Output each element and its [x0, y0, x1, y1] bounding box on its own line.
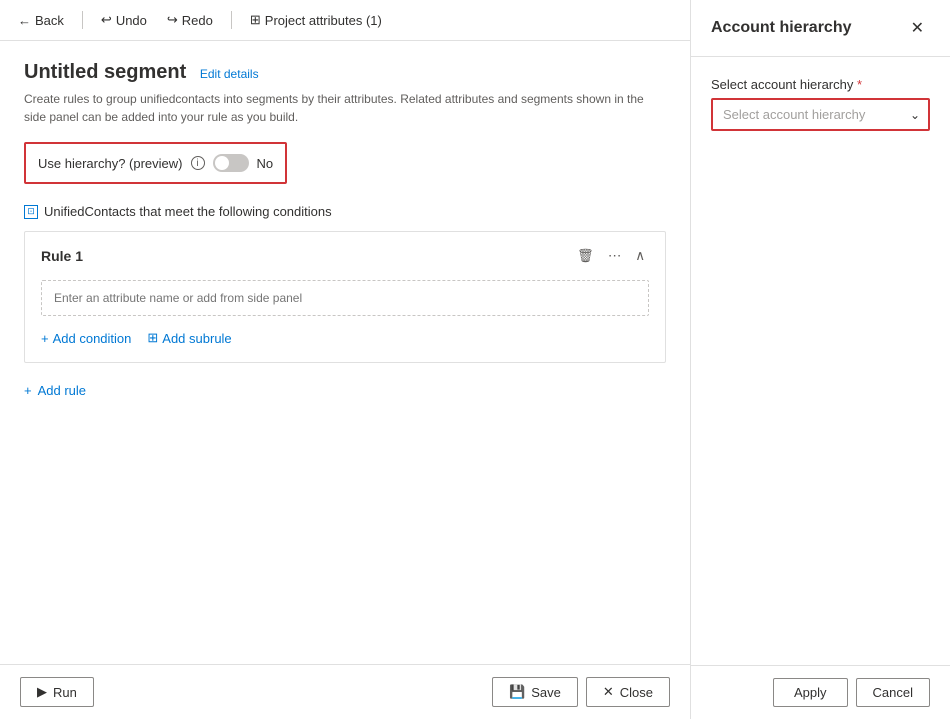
- conditions-icon: ⊡: [24, 205, 38, 219]
- rule-title: Rule 1: [41, 248, 83, 264]
- side-panel-body: Select account hierarchy * Select accoun…: [691, 57, 950, 665]
- page-title: Untitled segment: [24, 61, 186, 84]
- add-condition-button[interactable]: + Add condition: [41, 327, 131, 350]
- content-area: Untitled segment Edit details Create rul…: [0, 41, 690, 664]
- account-hierarchy-select-wrapper: Select account hierarchy ⌄: [711, 98, 930, 131]
- redo-icon: ↪: [167, 12, 178, 28]
- save-button[interactable]: 💾 Save: [492, 677, 578, 707]
- hierarchy-label: Use hierarchy? (preview): [38, 156, 183, 171]
- cancel-button[interactable]: Cancel: [856, 678, 930, 707]
- close-button[interactable]: ✕ Close: [586, 677, 670, 707]
- add-rule-button[interactable]: + Add rule: [24, 379, 86, 402]
- toggle-track[interactable]: [213, 154, 249, 172]
- side-panel-footer: Apply Cancel: [691, 665, 950, 719]
- toggle-state-label: No: [257, 156, 274, 171]
- attribute-input[interactable]: [41, 280, 649, 316]
- chevron-up-icon: ∧: [635, 248, 645, 264]
- required-indicator: *: [857, 77, 862, 92]
- plus-icon-2: +: [24, 383, 32, 398]
- separator: [82, 11, 83, 29]
- side-panel-title: Account hierarchy: [711, 19, 851, 37]
- trash-icon: 🗑: [577, 248, 594, 264]
- conditions-row: ⊡ UnifiedContacts that meet the followin…: [24, 204, 666, 219]
- run-button[interactable]: ▶ Run: [20, 677, 94, 707]
- add-subrule-button[interactable]: ⊞ Add subrule: [147, 326, 231, 350]
- ellipsis-icon: ⋯: [608, 248, 621, 264]
- delete-rule-button[interactable]: 🗑: [573, 244, 598, 268]
- save-icon: 💾: [509, 684, 525, 700]
- back-button[interactable]: ← Back: [12, 9, 70, 32]
- info-icon[interactable]: i: [191, 156, 205, 170]
- side-panel-header: Account hierarchy ✕: [691, 0, 950, 57]
- bottom-toolbar: ▶ Run 💾 Save ✕ Close: [0, 664, 690, 719]
- rule-actions: 🗑 ⋯ ∧: [573, 244, 649, 268]
- undo-button[interactable]: ↩ Undo: [95, 8, 153, 32]
- more-options-button[interactable]: ⋯: [604, 244, 625, 268]
- side-panel-close-button[interactable]: ✕: [905, 16, 930, 40]
- back-arrow-icon: ←: [18, 13, 31, 28]
- play-icon: ▶: [37, 684, 47, 700]
- hierarchy-toggle[interactable]: [213, 154, 249, 172]
- top-bar: ← Back ↩ Undo ↪ Redo ⊞ Project attribute…: [0, 0, 690, 41]
- edit-details-link[interactable]: Edit details: [200, 67, 259, 81]
- separator-2: [231, 11, 232, 29]
- bottom-right: 💾 Save ✕ Close: [492, 677, 670, 707]
- redo-button[interactable]: ↪ Redo: [161, 8, 219, 32]
- page-description: Create rules to group unifiedcontacts in…: [24, 90, 666, 126]
- hierarchy-toggle-row: Use hierarchy? (preview) i No: [24, 142, 287, 184]
- close-icon: ✕: [603, 684, 614, 700]
- undo-icon: ↩: [101, 12, 112, 28]
- side-panel: Account hierarchy ✕ Select account hiera…: [690, 0, 950, 719]
- table-icon: ⊞: [250, 12, 261, 28]
- bottom-left: ▶ Run: [20, 677, 94, 707]
- rule-card: Rule 1 🗑 ⋯ ∧ + Add condition: [24, 231, 666, 363]
- rule-header: Rule 1 🗑 ⋯ ∧: [41, 244, 649, 268]
- account-hierarchy-select[interactable]: Select account hierarchy: [713, 100, 928, 129]
- project-attributes-button[interactable]: ⊞ Project attributes (1): [244, 8, 388, 32]
- subrule-icon: ⊞: [147, 330, 158, 346]
- toggle-thumb: [215, 156, 229, 170]
- plus-icon: +: [41, 331, 49, 346]
- rule-footer: + Add condition ⊞ Add subrule: [41, 326, 649, 350]
- title-row: Untitled segment Edit details: [24, 61, 666, 84]
- conditions-text: UnifiedContacts that meet the following …: [44, 204, 332, 219]
- collapse-rule-button[interactable]: ∧: [631, 244, 649, 268]
- field-label: Select account hierarchy *: [711, 77, 930, 92]
- apply-button[interactable]: Apply: [773, 678, 848, 707]
